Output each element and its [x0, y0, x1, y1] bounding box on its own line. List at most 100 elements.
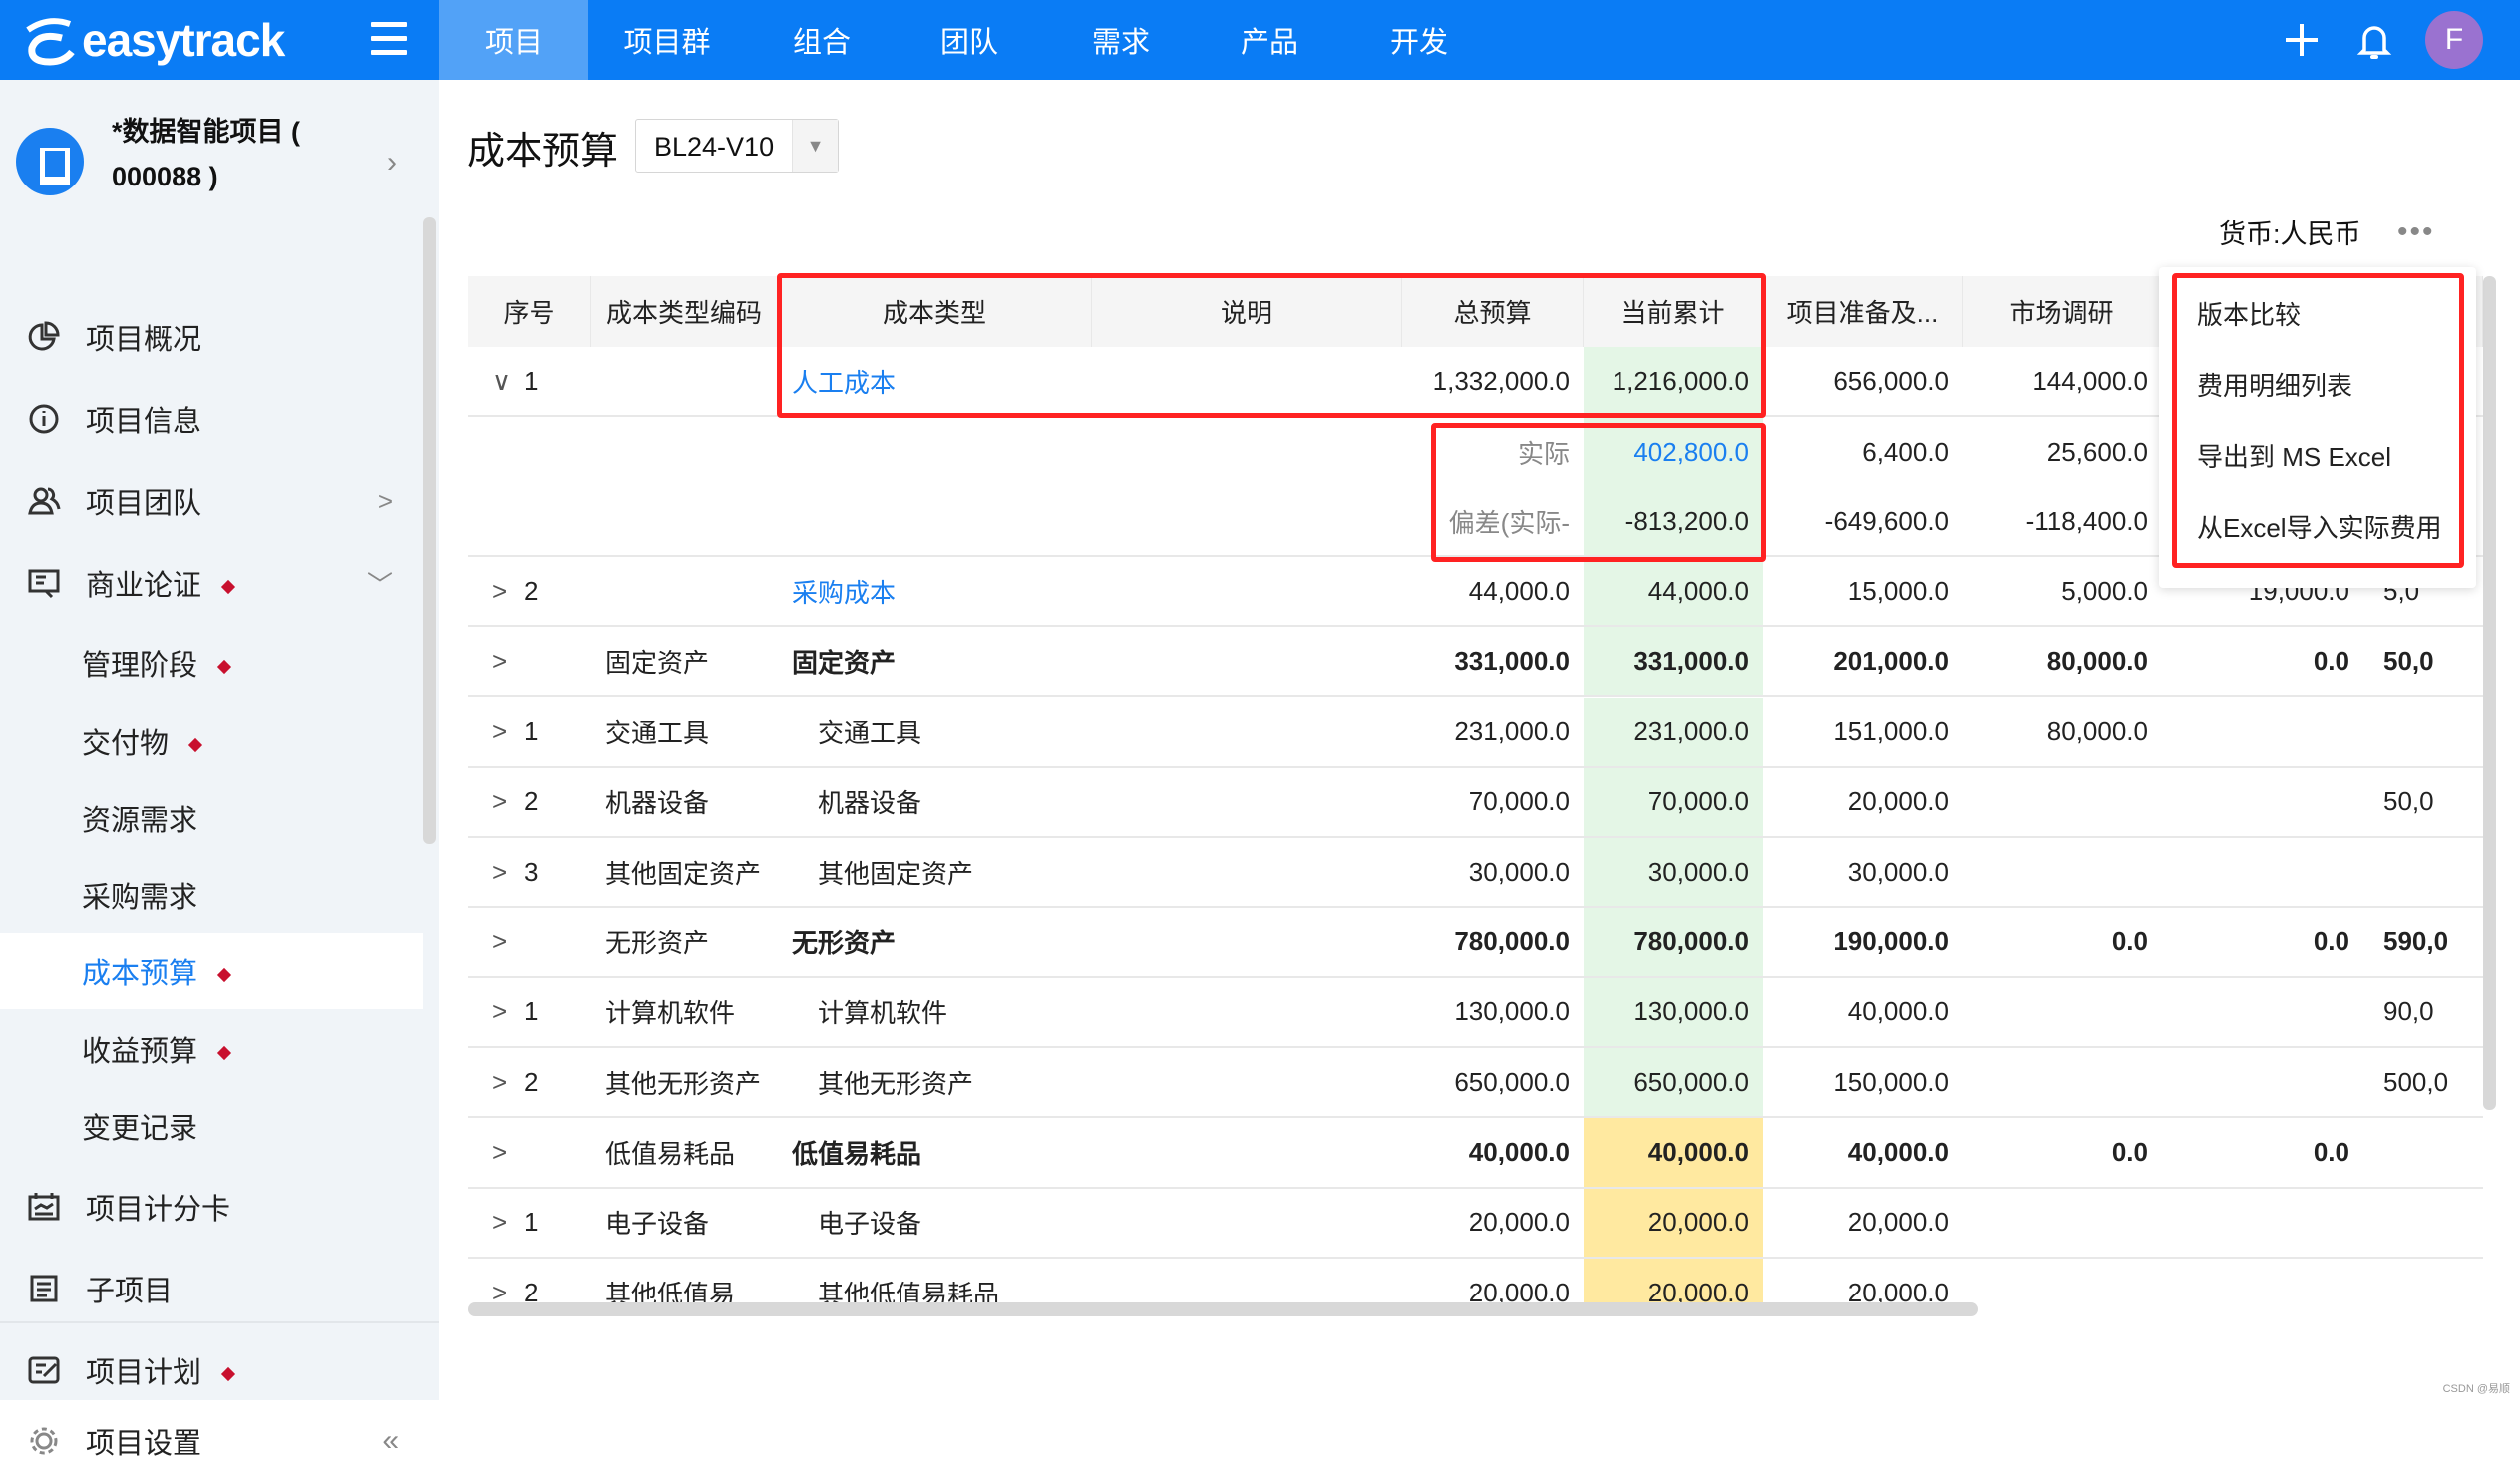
chevron-right-icon[interactable]: > [492, 1207, 524, 1238]
nav-tab[interactable]: 产品 [1195, 0, 1344, 80]
sidebar-item-label: 管理阶段 [82, 642, 232, 684]
table-row[interactable]: >2 其他无形资产 其他无形资产 650,000.0 650,000.0 150,000.… [468, 1048, 2483, 1119]
sidebar-item[interactable]: 成本预算 [0, 933, 423, 1009]
collapse-sidebar-icon[interactable]: « [382, 1424, 399, 1458]
sidebar-item-settings[interactable]: 项目设置 « [0, 1403, 423, 1479]
sidebar-item[interactable]: 子项目 [0, 1251, 423, 1326]
column-header[interactable]: 项目准备及... [1763, 276, 1963, 347]
plan-icon [28, 1356, 60, 1384]
subproject-icon [30, 1275, 58, 1302]
sidebar-item-text: 项目团队 [86, 488, 202, 520]
vertical-scrollbar[interactable] [2483, 276, 2496, 1110]
chevron-right-icon[interactable]: > [492, 786, 524, 817]
table-row[interactable]: >1 计算机软件 计算机软件 130,000.0 130,000.0 40,000.0 90… [468, 977, 2483, 1048]
sidebar-item[interactable]: 项目计划 [0, 1332, 423, 1408]
column-header[interactable]: 成本类型 [778, 276, 1092, 347]
cell-total-budget: 20,000.0 [1468, 1277, 1570, 1302]
menu-item[interactable]: 版本比较 [2197, 283, 2466, 343]
sidebar-item[interactable]: 资源需求 [0, 780, 423, 856]
cell-description [1092, 1118, 1402, 1186]
nav-tab[interactable]: 项目群 [592, 0, 742, 80]
cell-value [2363, 698, 2483, 766]
info-icon [29, 404, 59, 434]
subrow-label: 偏差(实际- [1448, 508, 1570, 539]
table-row[interactable]: > 固定资产 固定资产 331,000.0 331,000.0 201,000.0 80,0… [468, 627, 2483, 698]
cell-total-budget: 780,000.0 [1454, 926, 1570, 957]
avatar[interactable]: F [2425, 11, 2483, 69]
cell-code: 计算机软件 [605, 998, 736, 1029]
sidebar-item[interactable]: 管理阶段 [0, 625, 423, 701]
column-header[interactable]: 市场调研 [1963, 276, 2162, 347]
chevron-right-icon[interactable]: > [492, 1137, 524, 1168]
cell-cost-type[interactable]: 采购成本 [778, 557, 1092, 625]
cell-cost-type[interactable]: 人工成本 [778, 347, 1092, 415]
chevron-right-icon[interactable]: > [492, 646, 524, 677]
chevron-right-icon[interactable]: > [492, 576, 524, 607]
sidebar-item-text: 收益预算 [82, 1036, 198, 1068]
menu-item[interactable]: 费用明细列表 [2197, 354, 2466, 414]
sidebar-item[interactable]: 项目概况 [0, 299, 423, 375]
menu-icon[interactable] [371, 22, 407, 56]
cell-value: 590,0 [2383, 926, 2449, 957]
cell-value: 20,000.0 [1847, 1207, 1949, 1238]
cell-seq: >2 [468, 1259, 591, 1302]
column-header[interactable]: 序号 [468, 276, 591, 347]
sidebar-item[interactable]: 商业论证 ﹀ [0, 546, 423, 621]
cell-description [1092, 908, 1402, 975]
table-row[interactable]: >2 其他低值易 其他低值易耗品 20,000.0 20,000.0 20,000.0 [468, 1258, 2483, 1302]
menu-item[interactable]: 从Excel导入实际费用 [2197, 496, 2466, 555]
column-header[interactable]: 成本类型编码 [591, 276, 778, 347]
chevron-right-icon[interactable]: > [492, 1067, 524, 1098]
cell-value: 40,000.0 [1847, 996, 1949, 1027]
chevron-right-icon[interactable]: > [492, 716, 524, 747]
nav-tab[interactable]: 需求 [1046, 0, 1196, 80]
table-row[interactable]: > 低值易耗品 低值易耗品 40,000.0 40,000.0 40,000.0 0.0 0.… [468, 1118, 2483, 1189]
chevron-right-icon[interactable]: > [492, 996, 524, 1027]
seq-number: 1 [524, 996, 539, 1027]
seq-number: 2 [524, 1277, 539, 1302]
chevron-down-icon[interactable]: ∨ [492, 366, 524, 397]
sidebar-item[interactable]: 采购需求 [0, 857, 423, 932]
cell-total-budget: 231,000.0 [1454, 716, 1570, 747]
sidebar-item-label: 子项目 [86, 1268, 173, 1309]
bell-icon[interactable] [2350, 16, 2398, 64]
table-row[interactable]: > 无形资产 无形资产 780,000.0 780,000.0 190,000.0 0.0 0… [468, 908, 2483, 978]
cell-current-total[interactable]: 402,800.0 [1584, 417, 1763, 488]
cell-total-budget: 1,332,000.0 [1432, 365, 1570, 396]
more-icon[interactable]: ••• [2397, 215, 2435, 249]
business-case-icon [28, 569, 60, 599]
horizontal-scrollbar[interactable] [468, 1302, 1978, 1316]
sidebar-item[interactable]: 变更记录 [0, 1088, 423, 1164]
cell-current-total: -813,200.0 [1584, 487, 1763, 555]
column-header[interactable]: 当前累计 [1584, 276, 1763, 347]
table-row[interactable]: >2 机器设备 机器设备 70,000.0 70,000.0 20,000.0 50,0 [468, 767, 2483, 839]
nav-tab[interactable]: 项目 [439, 0, 588, 80]
menu-item[interactable]: 导出到 MS Excel [2197, 425, 2466, 485]
table-row[interactable]: >3 其他固定资产 其他固定资产 30,000.0 30,000.0 30,000.0 [468, 838, 2483, 909]
sidebar-item[interactable]: 收益预算 [0, 1011, 423, 1087]
column-header[interactable]: 说明 [1092, 276, 1402, 347]
cell-seq: > [468, 908, 591, 975]
sidebar-scrollbar[interactable] [423, 217, 436, 844]
sidebar-item[interactable]: 项目计分卡 [0, 1169, 423, 1245]
chevron-right-icon[interactable]: > [492, 857, 524, 888]
chevron-icon[interactable]: > [378, 486, 393, 517]
cell-cost-type: 交通工具 [818, 718, 922, 749]
logo[interactable]: easytrack [18, 6, 285, 74]
sidebar-item[interactable]: 交付物 [0, 703, 423, 779]
sidebar-item[interactable]: 项目团队 > [0, 463, 423, 539]
version-select[interactable]: BL24-V10 ▼ [635, 119, 839, 173]
table-row[interactable]: >1 交通工具 交通工具 231,000.0 231,000.0 151,000.0 80,… [468, 697, 2483, 768]
sidebar-item[interactable]: 项目信息 [0, 381, 423, 457]
project-selector[interactable]: *数据智能项目 ( 000088 ) › [16, 110, 425, 209]
plus-icon[interactable] [2278, 16, 2326, 64]
chevron-icon[interactable]: ﹀ [367, 565, 393, 602]
chevron-right-icon[interactable]: > [492, 926, 524, 957]
chevron-right-icon[interactable]: > [492, 1278, 524, 1302]
table-row[interactable]: >1 电子设备 电子设备 20,000.0 20,000.0 20,000.0 [468, 1188, 2483, 1259]
nav-tab[interactable]: 开发 [1344, 0, 1494, 80]
cell-value [1963, 1259, 2162, 1302]
nav-tab[interactable]: 组合 [747, 0, 897, 80]
column-header[interactable]: 总预算 [1402, 276, 1584, 347]
nav-tab[interactable]: 团队 [895, 0, 1044, 80]
